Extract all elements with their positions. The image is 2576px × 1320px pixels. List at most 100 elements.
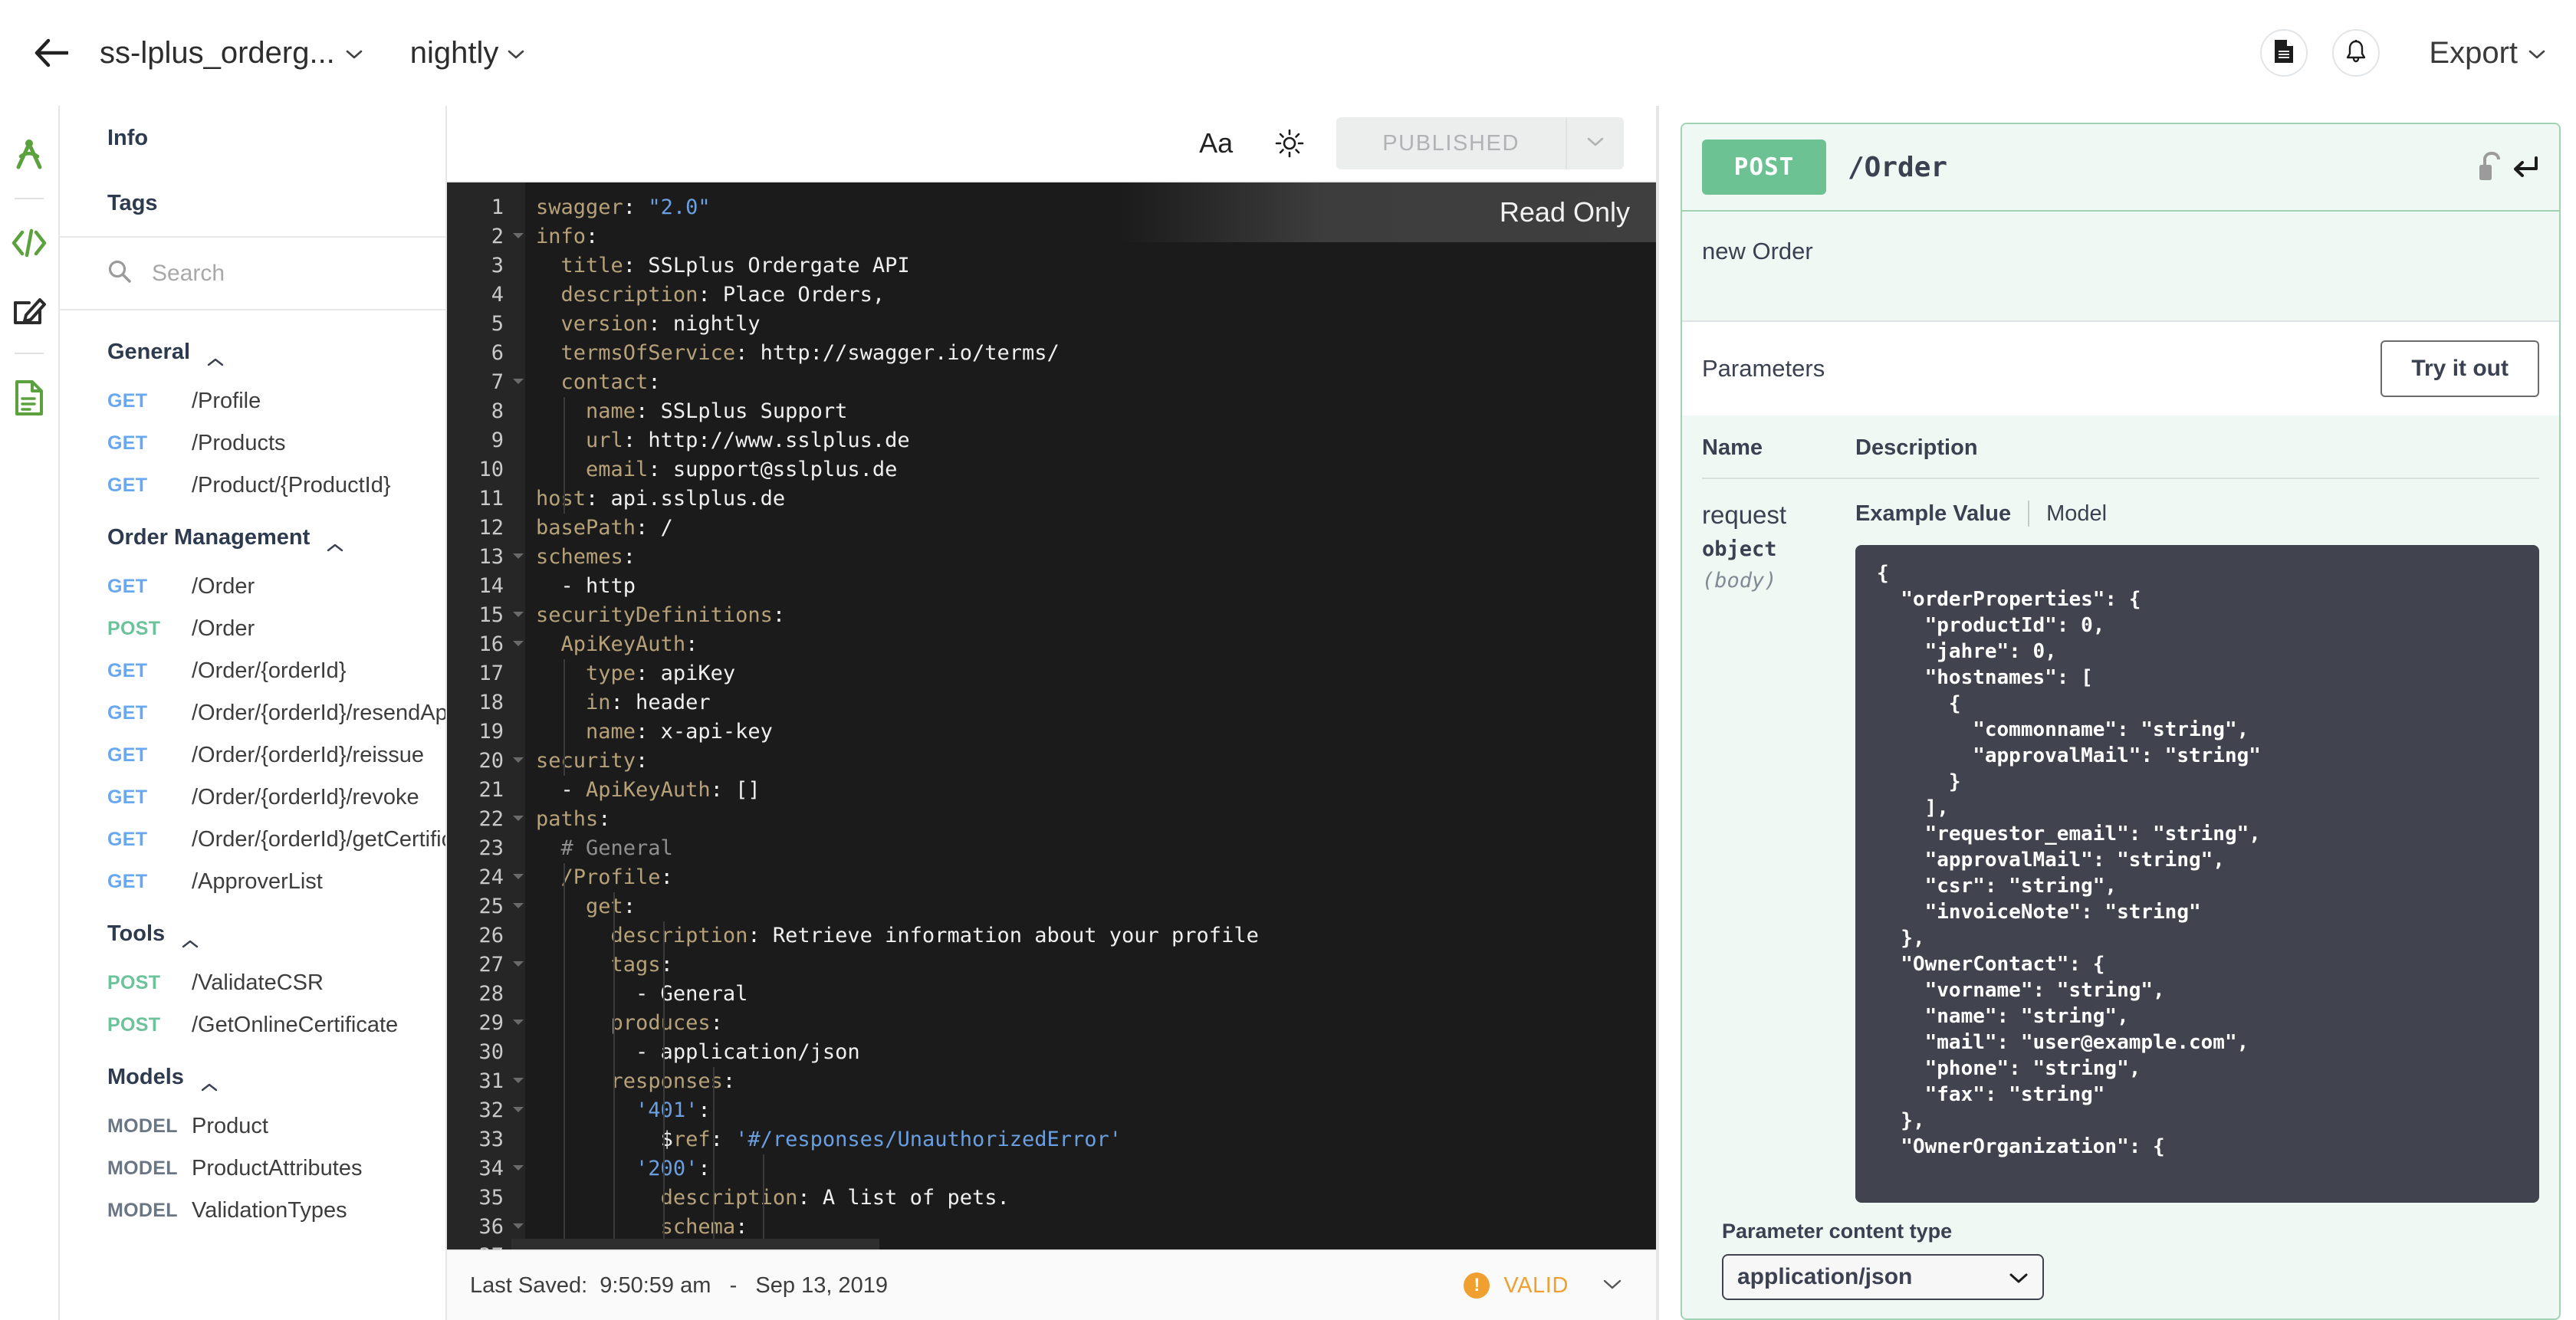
- validation-dropdown-icon[interactable]: [1602, 1278, 1622, 1294]
- code-line: - application/json: [636, 1040, 860, 1064]
- nav-group-tools[interactable]: Tools: [60, 903, 445, 962]
- code-line: ApiKeyAuth:: [560, 632, 698, 656]
- code-editor[interactable]: 1 2 3 4 5 6 7 8 9 10 11 12 13 14 15 16 17 18 19 20 21 22 23 24 2…: [447, 182, 1656, 1249]
- chevron-down-icon: [508, 33, 524, 58]
- code-line: schemes:: [536, 545, 636, 569]
- endpoint-path: /Order/{orderId}/revoke: [192, 785, 419, 809]
- endpoint-list[interactable]: General GET /Profile GET /Products GET /…: [60, 310, 445, 1320]
- unlocked-padlock-icon[interactable]: [2476, 151, 2502, 183]
- endpoint-item[interactable]: GET /Products: [60, 422, 445, 465]
- code-brackets-icon[interactable]: [7, 221, 51, 265]
- return-arrow-icon[interactable]: [2510, 154, 2539, 180]
- document-icon-button[interactable]: [2260, 29, 2308, 77]
- endpoint-path: /ApproverList: [192, 869, 323, 894]
- fold-triangle-icon[interactable]: [513, 1223, 524, 1229]
- fold-triangle-icon[interactable]: [513, 233, 524, 238]
- model-item[interactable]: MODEL ValidationTypes: [60, 1190, 445, 1232]
- example-value-box[interactable]: { "orderProperties": { "productId": 0, "…: [1855, 545, 2539, 1203]
- code-line: responses:: [610, 1069, 736, 1093]
- example-json-line: },: [1877, 927, 1925, 950]
- code-line: url: http://www.sslplus.de: [586, 429, 910, 452]
- endpoint-item[interactable]: POST /GetOnlineCertificate: [60, 1004, 445, 1046]
- api-name-dropdown[interactable]: ss-lplus_orderg...: [100, 33, 363, 71]
- edit-pencil-icon[interactable]: [7, 287, 51, 331]
- endpoint-path: /Profile: [192, 389, 261, 413]
- code-line: tags:: [610, 953, 673, 977]
- fold-triangle-icon[interactable]: [513, 1165, 524, 1171]
- fold-triangle-icon[interactable]: [513, 961, 524, 967]
- code-line: - http: [560, 574, 636, 598]
- example-json-line: },: [1877, 1109, 1925, 1132]
- example-json-line: "hostnames": [: [1877, 666, 2093, 689]
- export-dropdown[interactable]: Export: [2429, 36, 2545, 71]
- tab-example-value[interactable]: Example Value: [1855, 501, 2028, 527]
- endpoint-item[interactable]: GET /ApproverList: [60, 861, 445, 903]
- endpoint-item[interactable]: GET /Order/{orderId}/reissue: [60, 734, 445, 777]
- endpoint-item[interactable]: GET /Order/{orderId}/revoke: [60, 777, 445, 819]
- nav-group-general[interactable]: General: [60, 321, 445, 380]
- design-compass-icon[interactable]: [7, 132, 51, 176]
- endpoint-item[interactable]: GET /Profile: [60, 380, 445, 422]
- notifications-button[interactable]: [2332, 29, 2380, 77]
- fold-triangle-icon[interactable]: [513, 1107, 524, 1112]
- content-type-select[interactable]: application/json: [1722, 1254, 2044, 1300]
- fold-triangle-icon[interactable]: [513, 816, 524, 821]
- fold-triangle-icon[interactable]: [513, 553, 524, 559]
- validation-status[interactable]: ! VALID: [1464, 1272, 1569, 1299]
- search-input[interactable]: [152, 260, 397, 287]
- nav-group-order-management[interactable]: Order Management: [60, 507, 445, 566]
- parameter-row: request object (body) Example Value Mode…: [1702, 479, 2539, 1203]
- back-arrow-icon[interactable]: [31, 32, 72, 74]
- code-line: # General: [560, 836, 673, 860]
- fold-triangle-icon[interactable]: [513, 1078, 524, 1083]
- fold-triangle-icon[interactable]: [513, 612, 524, 617]
- document-page-icon[interactable]: [7, 376, 51, 420]
- line-number: 23: [478, 836, 504, 860]
- api-version-dropdown[interactable]: nightly: [410, 33, 524, 71]
- endpoint-item[interactable]: GET /Order/{orderId}/resendApproverMail: [60, 692, 445, 734]
- endpoint-item[interactable]: POST /ValidateCSR: [60, 962, 445, 1004]
- example-json-line: "commonname": "string",: [1877, 718, 2249, 741]
- sun-icon[interactable]: [1263, 119, 1316, 168]
- column-header-description: Description: [1855, 435, 1978, 460]
- endpoint-item[interactable]: GET /Product/{ProductId}: [60, 465, 445, 507]
- endpoint-item[interactable]: POST /Order: [60, 608, 445, 650]
- model-item[interactable]: MODEL Product: [60, 1105, 445, 1148]
- endpoint-method: GET: [107, 744, 148, 766]
- fold-triangle-icon[interactable]: [513, 379, 524, 384]
- chevron-down-icon: [346, 33, 363, 58]
- font-size-icon[interactable]: Aa: [1189, 119, 1243, 168]
- endpoint-item[interactable]: GET /Order/{orderId}/getCertificate: [60, 819, 445, 861]
- code-line: $ref: '#/responses/UnauthorizedError': [660, 1128, 1122, 1151]
- publish-status-button[interactable]: PUBLISHED: [1336, 117, 1566, 169]
- line-number: 12: [478, 516, 504, 540]
- content-type-label: Parameter content type: [1722, 1220, 1953, 1243]
- publish-dropdown-button[interactable]: [1566, 117, 1624, 169]
- endpoint-item[interactable]: GET /Order/{orderId}: [60, 650, 445, 692]
- nav-item-info[interactable]: Info: [60, 106, 445, 171]
- operation-block: POST /Order new Order Parameters Try it …: [1681, 123, 2561, 1320]
- nav-group-models[interactable]: Models: [60, 1046, 445, 1105]
- fold-triangle-icon[interactable]: [513, 903, 524, 908]
- parameters-body: Name Description request object (body) E…: [1682, 415, 2559, 1318]
- line-number: 19: [478, 720, 504, 744]
- fold-triangle-icon[interactable]: [513, 874, 524, 879]
- fold-triangle-icon[interactable]: [513, 1020, 524, 1025]
- tab-model[interactable]: Model: [2029, 501, 2107, 527]
- endpoint-item[interactable]: GET /Order: [60, 566, 445, 608]
- app-root: ss-lplus_orderg... nightly Export Info T…: [0, 0, 2576, 1320]
- nav-item-tags[interactable]: Tags: [60, 171, 445, 236]
- line-number: 21: [478, 778, 504, 802]
- try-it-out-button[interactable]: Try it out: [2380, 340, 2539, 397]
- model-item[interactable]: MODEL ProductAttributes: [60, 1148, 445, 1190]
- operation-header[interactable]: POST /Order: [1682, 124, 2559, 212]
- example-json-line: }: [1877, 770, 1961, 793]
- endpoint-path: /ValidateCSR: [192, 970, 324, 995]
- code-line: security:: [536, 749, 649, 773]
- code-line: name: x-api-key: [586, 720, 773, 744]
- code-line: paths:: [536, 807, 611, 831]
- fold-triangle-icon[interactable]: [513, 757, 524, 763]
- fold-triangle-icon[interactable]: [513, 641, 524, 646]
- horizontal-scrollbar[interactable]: [511, 1239, 879, 1249]
- code-area[interactable]: swagger: "2.0" info: title: SSLplus Order…: [525, 182, 1656, 1249]
